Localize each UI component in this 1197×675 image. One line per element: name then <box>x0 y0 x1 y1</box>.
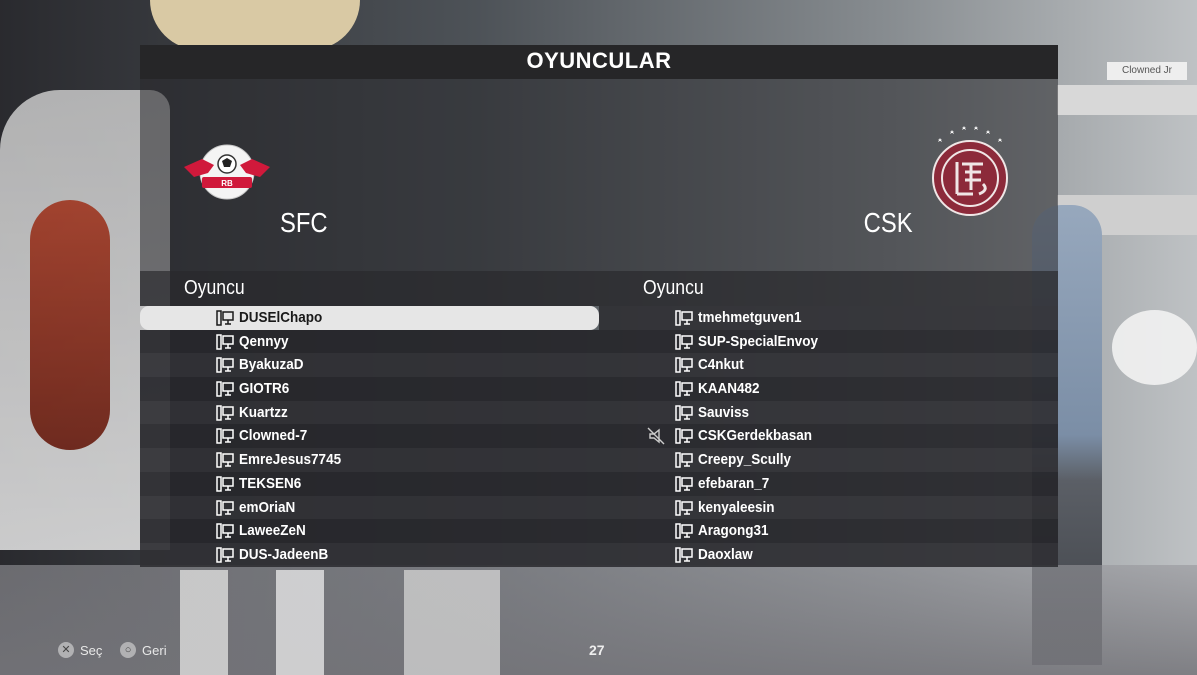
player-name: DUSElChapo <box>239 309 323 326</box>
rb-leipzig-logo-icon: RB <box>184 144 270 200</box>
lanus-crest-icon <box>932 126 1008 216</box>
player-name: EmreJesus7745 <box>239 451 342 469</box>
left-player-row[interactable]: LaweeZeN <box>140 519 599 543</box>
left-column-header-label: Oyuncu <box>184 277 245 299</box>
muted-speaker-icon <box>647 427 665 445</box>
background-crest <box>1112 310 1197 385</box>
left-player-row[interactable]: ByakuzaD <box>140 353 599 378</box>
right-player-row[interactable]: KAAN482 <box>599 377 1058 401</box>
pc-platform-icon <box>675 499 693 516</box>
player-name: DUS-JadeenB <box>239 545 329 563</box>
pc-platform-icon <box>216 357 234 374</box>
player-name: CSKGerdekbasan <box>698 427 813 445</box>
left-player-row[interactable]: TEKSEN6 <box>140 471 599 496</box>
tattooed-arm <box>30 200 110 450</box>
right-player-row[interactable]: C4nkut <box>599 353 1058 378</box>
pc-platform-icon <box>675 547 693 563</box>
player-name: C4nkut <box>698 356 744 374</box>
svg-text:RB: RB <box>221 179 233 188</box>
locker-shelf <box>1057 85 1197 115</box>
pc-platform-icon <box>675 381 693 397</box>
locker-name-tag: Clowned Jr <box>1107 62 1187 80</box>
right-team-list: Oyuncu tmehmetguven1 SUP-SpecialEnvoy C4nk… <box>599 271 1058 570</box>
player-name: Daoxlaw <box>698 545 753 563</box>
back-hint-label: Geri <box>142 642 167 658</box>
right-player-row[interactable]: tmehmetguven1 <box>599 306 1058 330</box>
select-hint[interactable]: ✕ Seç <box>58 642 102 658</box>
right-column-header-label: Oyuncu <box>643 277 704 299</box>
pc-platform-icon <box>216 428 234 445</box>
player-name: efebaran_7 <box>698 474 770 492</box>
pc-platform-icon <box>675 476 693 492</box>
teams-header: RB SFC CSK <box>140 79 1058 271</box>
left-player-row[interactable]: Kuartzz <box>140 400 599 425</box>
left-player-row[interactable]: Qennyy <box>140 329 599 354</box>
right-player-row[interactable]: SUP-SpecialEnvoy <box>599 329 1058 354</box>
player-name: Clowned-7 <box>239 427 308 445</box>
pc-platform-icon <box>675 310 693 326</box>
back-hint[interactable]: ○ Geri <box>120 642 167 658</box>
pc-platform-icon <box>675 357 693 374</box>
pc-platform-icon <box>216 381 234 397</box>
right-player-row[interactable]: kenyaleesin <box>599 495 1058 520</box>
left-player-row[interactable]: Clowned-7 <box>140 424 599 449</box>
right-player-row[interactable]: Daoxlaw <box>599 542 1058 567</box>
right-column-header: Oyuncu <box>599 271 1058 306</box>
player-name: tmehmetguven1 <box>698 309 802 326</box>
pc-platform-icon <box>675 523 693 539</box>
right-player-row[interactable]: Sauviss <box>599 400 1058 425</box>
pc-platform-icon <box>216 499 234 516</box>
player-name: emOriaN <box>239 498 296 516</box>
left-player-row[interactable]: DUSElChapo <box>140 306 599 330</box>
cross-button-icon: ✕ <box>58 642 74 658</box>
left-player-row[interactable]: emOriaN <box>140 495 599 520</box>
player-name: GIOTR6 <box>239 380 290 398</box>
players-panel: OYUNCULAR RB SFC CSK Oyuncu DUSElChapo Q… <box>140 45 1058 570</box>
player-lists: Oyuncu DUSElChapo Qennyy ByakuzaD GIOTR6 Kua… <box>140 271 1058 570</box>
pc-platform-icon <box>675 405 693 421</box>
pc-platform-icon <box>675 428 693 445</box>
left-team-list: Oyuncu DUSElChapo Qennyy ByakuzaD GIOTR6 Kua… <box>140 271 599 570</box>
panel-title: OYUNCULAR <box>140 45 1058 79</box>
button-hints: ✕ Seç ○ Geri <box>58 641 181 661</box>
left-player-row[interactable]: GIOTR6 <box>140 377 599 401</box>
right-player-row[interactable]: Aragong31 <box>599 519 1058 543</box>
player-name: Sauviss <box>698 403 750 421</box>
right-player-row[interactable]: efebaran_7 <box>599 471 1058 496</box>
left-team-name: SFC <box>280 207 328 238</box>
left-player-rows: DUSElChapo Qennyy ByakuzaD GIOTR6 Kuartzz Clo… <box>140 306 599 567</box>
player-legs <box>180 570 500 675</box>
player-name: LaweeZeN <box>239 522 306 540</box>
page-number: 27 <box>589 642 605 658</box>
right-player-rows: tmehmetguven1 SUP-SpecialEnvoy C4nkut KAAN4… <box>599 306 1058 567</box>
player-name: Kuartzz <box>239 403 288 421</box>
player-name: Aragong31 <box>698 522 769 540</box>
pc-platform-icon <box>216 333 234 350</box>
player-name: Qennyy <box>239 332 289 350</box>
select-hint-label: Seç <box>80 642 103 658</box>
left-player-row[interactable]: DUS-JadeenB <box>140 542 599 567</box>
pc-platform-icon <box>675 333 693 350</box>
player-name: kenyaleesin <box>698 498 775 516</box>
pc-platform-icon <box>216 452 234 468</box>
left-column-header: Oyuncu <box>140 271 599 306</box>
right-player-row[interactable]: Creepy_Scully <box>599 448 1058 472</box>
player-name: SUP-SpecialEnvoy <box>698 332 819 350</box>
player-hair <box>150 0 360 50</box>
player-name: TEKSEN6 <box>239 474 302 492</box>
circle-button-icon: ○ <box>120 642 137 658</box>
pc-platform-icon <box>216 547 234 563</box>
pc-platform-icon <box>216 523 234 539</box>
right-player-row[interactable]: CSKGerdekbasan <box>599 424 1058 449</box>
right-team-name: CSK <box>864 207 913 238</box>
pc-platform-icon <box>216 310 234 326</box>
player-name: ByakuzaD <box>239 356 304 374</box>
pc-platform-icon <box>675 452 693 468</box>
pc-platform-icon <box>216 476 234 492</box>
pc-platform-icon <box>216 405 234 421</box>
player-name: KAAN482 <box>698 380 760 398</box>
left-player-row[interactable]: EmreJesus7745 <box>140 448 599 472</box>
player-name: Creepy_Scully <box>698 451 792 469</box>
